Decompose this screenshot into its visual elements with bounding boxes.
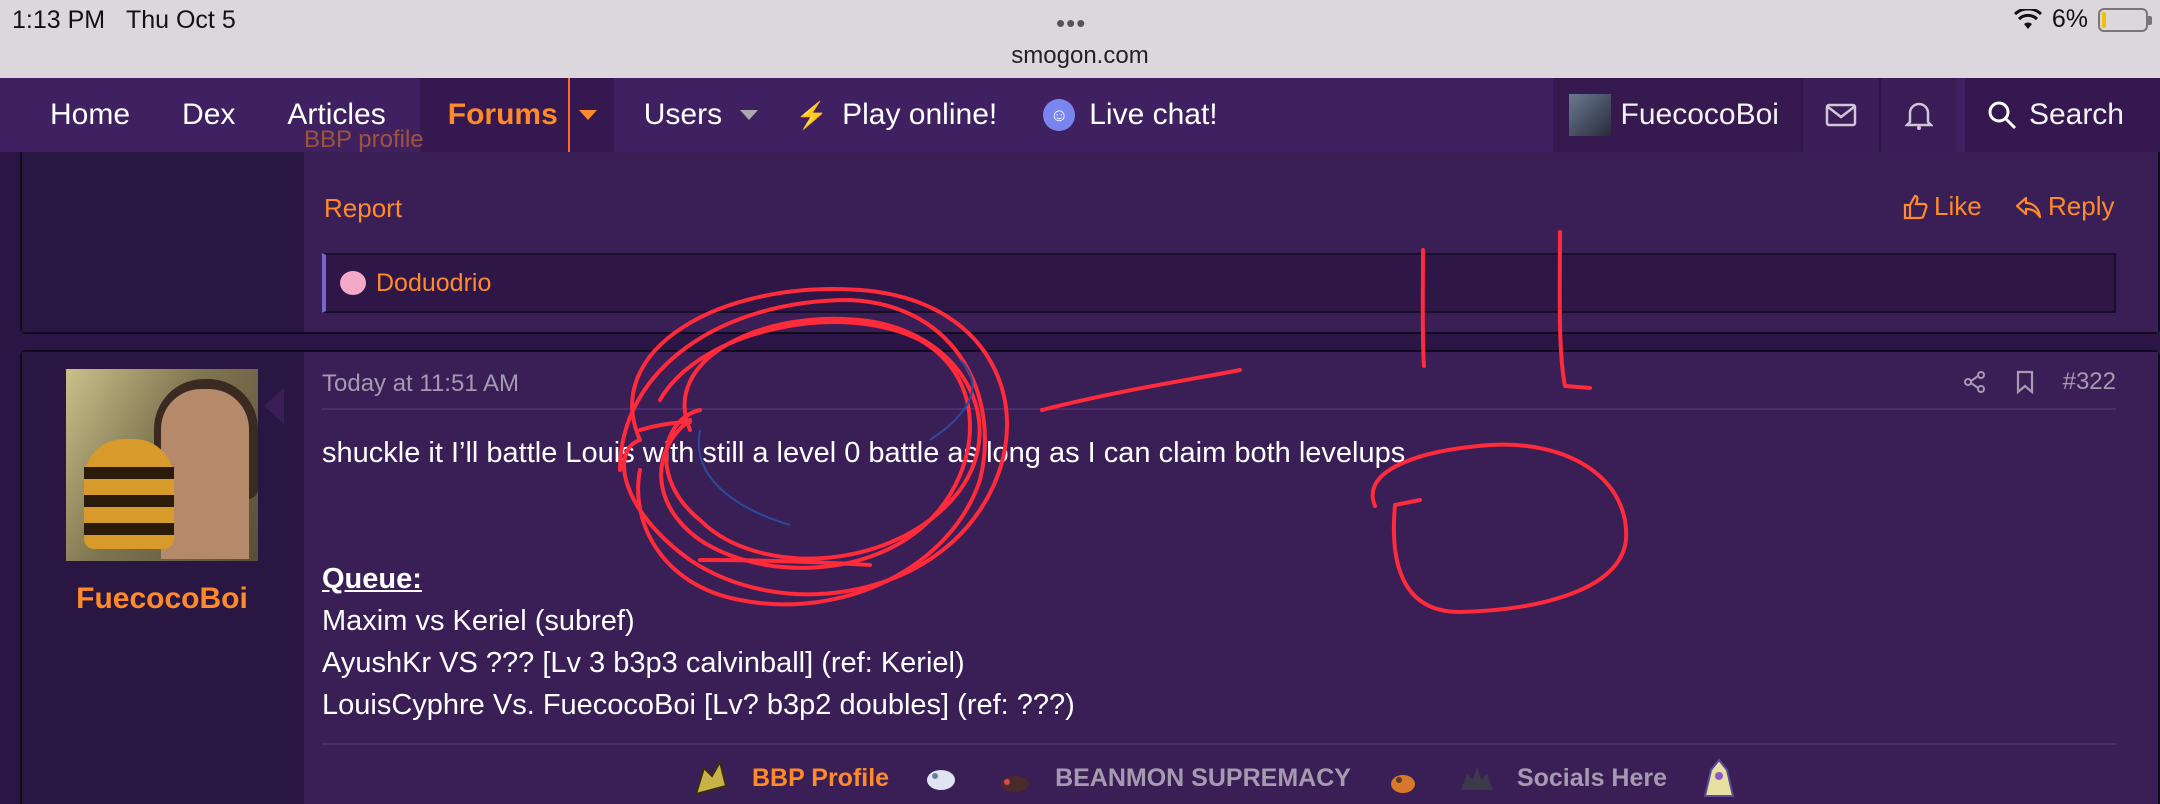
signature-divider [322, 743, 2116, 745]
sig-text-beanmon[interactable]: BEANMON SUPREMACY [1055, 764, 1351, 793]
forums-dropdown-toggle[interactable] [567, 78, 606, 152]
like-label: Like [1934, 191, 1982, 221]
search-button[interactable]: Search [1964, 78, 2160, 152]
search-icon [1988, 101, 2016, 130]
nav-play-online[interactable]: ⚡ Play online! [784, 78, 1023, 152]
signature: BBP Profile BEANMON SUPREMACY Socials He… [690, 756, 1741, 800]
nav-live-chat-label: Live chat! [1089, 98, 1218, 131]
pokemon-sprite-icon [1390, 775, 1415, 793]
account-username: FuecocoBoi [1620, 98, 1779, 131]
pokemon-sprite-icon [1703, 758, 1735, 797]
author-avatar[interactable] [66, 369, 258, 561]
sig-link-bbp-profile[interactable]: BBP Profile [752, 764, 889, 793]
nav-users[interactable]: Users [614, 78, 784, 152]
divider [322, 408, 2116, 410]
pokemon-sprite-icon [1460, 766, 1493, 790]
status-indicators: 6% [2013, 5, 2152, 34]
search-label: Search [2028, 98, 2124, 131]
post-actions: #322 [1963, 368, 2116, 396]
message-pointer [264, 388, 284, 424]
author-username[interactable]: FuecocoBoi [22, 582, 302, 616]
bell-icon [1904, 102, 1933, 130]
post-number-link[interactable]: #322 [2063, 368, 2116, 396]
inbox-button[interactable] [1800, 78, 1879, 152]
pokemon-sprite-icon [694, 759, 728, 796]
chevron-down-icon[interactable] [740, 110, 759, 120]
reply-button[interactable]: Reply [2014, 191, 2114, 222]
sig-link-socials[interactable]: Socials Here [1517, 764, 1667, 793]
pokemon-sprite-icon [927, 770, 956, 790]
battery-percent: 6% [2051, 5, 2088, 33]
alerts-button[interactable] [1878, 78, 1957, 152]
nav-home[interactable]: Home [0, 78, 156, 152]
reply-arrow-icon [2015, 196, 2042, 218]
post-timestamp[interactable]: Today at 11:51 AM [322, 370, 519, 398]
reaction-user-link[interactable]: Doduodrio [376, 269, 491, 298]
showdown-icon: ⚡ [795, 99, 829, 130]
url-bar[interactable]: smogon.com [0, 42, 2160, 70]
nav-live-chat[interactable]: ☺ Live chat! [1023, 78, 1243, 152]
nav-forums-label: Forums [447, 98, 558, 131]
battery-icon [2098, 7, 2152, 32]
reaction-bar: Doduodrio [322, 253, 2116, 313]
nav-account: FuecocoBoi Search [1552, 78, 2160, 152]
like-button[interactable]: Like [1902, 191, 1982, 222]
pokemon-sprite-icon [1001, 776, 1030, 792]
status-bar: 1:13 PM Thu Oct 5 ••• smogon.com 6% [0, 0, 2160, 78]
chevron-down-icon [578, 110, 597, 120]
nav-users-label: Users [643, 98, 723, 131]
report-link[interactable]: Report [324, 193, 402, 224]
queue-item: AyushKr VS ??? [Lv 3 b3p3 calvinball] (r… [322, 647, 965, 679]
avatar [1568, 94, 1611, 136]
multitask-dots-icon[interactable]: ••• [1056, 8, 1086, 39]
post-main-column [304, 352, 2158, 804]
reply-label: Reply [2048, 191, 2115, 221]
bookmark-icon[interactable] [2015, 370, 2035, 394]
status-time: 1:13 PM Thu Oct 5 [12, 6, 236, 34]
partial-signature-link[interactable]: BBP profile [304, 126, 424, 154]
envelope-icon [1825, 103, 1857, 127]
discord-icon: ☺ [1043, 99, 1076, 131]
queue-item: Maxim vs Keriel (subref) [322, 605, 635, 637]
nav-forums[interactable]: Forums [419, 78, 614, 152]
wifi-icon [2013, 8, 2042, 29]
reaction-heart-icon [340, 271, 366, 295]
post-user-column [22, 152, 304, 332]
thumbs-up-icon [1903, 194, 1928, 219]
nav-dex[interactable]: Dex [156, 78, 261, 152]
post-body-text: shuckle it I’ll battle Louis with still … [322, 437, 1406, 469]
queue-item: LouisCyphre Vs. FuecocoBoi [Lv? b3p2 dou… [322, 689, 1075, 721]
account-menu[interactable]: FuecocoBoi [1552, 78, 1801, 152]
nav-play-online-label: Play online! [842, 98, 998, 131]
queue-heading: Queue: [322, 563, 422, 595]
share-icon[interactable] [1963, 370, 1987, 394]
